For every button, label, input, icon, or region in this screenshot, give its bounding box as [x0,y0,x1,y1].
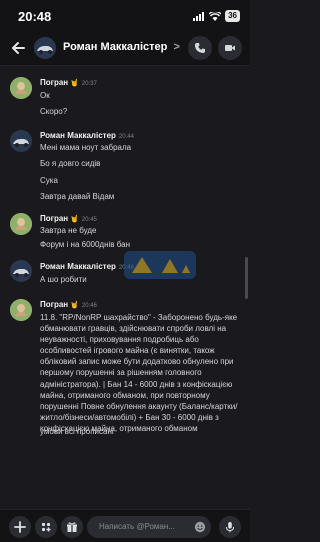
message-paragraph: 11.8. "RP/NonRP шахрайство" - Заборонено… [40,313,238,433]
status-bar: 20:48 36 [0,0,250,30]
wifi-icon [209,11,222,21]
message-author[interactable]: Погран 🤘 20:46 [40,300,97,309]
message-text: А шо робити [40,275,87,284]
signal-icon [193,11,205,21]
chat-header: Роман Маккалістер > [0,30,250,66]
video-call-button[interactable] [218,36,242,60]
gift-button[interactable] [61,516,83,538]
voice-call-button[interactable] [188,36,212,60]
status-time: 20:48 [18,9,52,24]
status-icons: 36 [193,10,240,22]
scrollbar[interactable] [245,257,248,299]
message-author[interactable]: Роман Маккалістер 20:44 [40,131,134,140]
message-timestamp: 20:44 [118,134,134,140]
chevron-right-icon: > [173,41,180,53]
header-title-text: Роман Маккалістер [63,41,168,53]
back-arrow-icon[interactable] [9,39,27,57]
plus-icon [14,521,26,533]
message-timestamp: 20:46 [81,303,97,309]
message-text: Ок [40,91,50,100]
message-timestamp: 20:37 [81,81,97,87]
message-text: Мені мама ноут забрала [40,143,132,152]
video-call-icon [225,45,235,51]
watermark-logo [124,251,196,279]
message-composer: Написать @Роман... [0,509,250,542]
message-author[interactable]: Роман Маккалістер20:46 [40,262,134,271]
apps-button[interactable] [35,516,57,538]
author-name: Погран [40,300,69,309]
emoji-icon[interactable] [194,521,206,533]
avatar[interactable] [10,260,32,282]
author-name: Роман Маккалістер [40,262,116,271]
avatar[interactable] [10,77,32,99]
message-timestamp: 20:45 [81,217,97,223]
message-text: Форум і на 6000днів бан [40,240,131,249]
badge-icon: 🤘 [70,216,79,223]
header-avatar[interactable] [34,37,56,59]
author-name: Погран [40,214,69,223]
message-input[interactable]: Написать @Роман... [87,516,211,538]
message-author[interactable]: Погран 🤘 20:37 [40,78,97,87]
message-text: Скоро? [40,107,68,116]
avatar[interactable] [10,130,32,152]
message-input-placeholder: Написать @Роман... [99,522,175,531]
message-text: Сука [40,176,58,185]
header-title[interactable]: Роман Маккалістер > [63,41,180,53]
message-text: Завтра давай Відам [40,192,115,201]
author-name: Роман Маккалістер [40,131,116,140]
author-name: Погран [40,78,69,87]
badge-icon: 🤘 [70,80,79,87]
message-text: Завтра не буде [40,226,97,235]
voice-call-icon [195,43,205,53]
message-text: умови всі прописані [40,427,114,436]
voice-message-button[interactable] [219,516,241,538]
avatar[interactable] [10,299,32,321]
avatar[interactable] [10,213,32,235]
message-list[interactable]: Погран 🤘 20:37 Ок Скоро? Роман Маккалістер… [0,67,250,509]
apps-icon [41,522,51,532]
add-attachment-button[interactable] [9,516,31,538]
message-text: Бо я довго сидів [40,159,101,168]
battery-level: 36 [225,10,240,22]
message-author[interactable]: Погран 🤘 20:45 [40,214,97,223]
gift-icon [67,522,77,532]
microphone-icon [226,522,234,533]
badge-icon: 🤘 [70,302,79,309]
